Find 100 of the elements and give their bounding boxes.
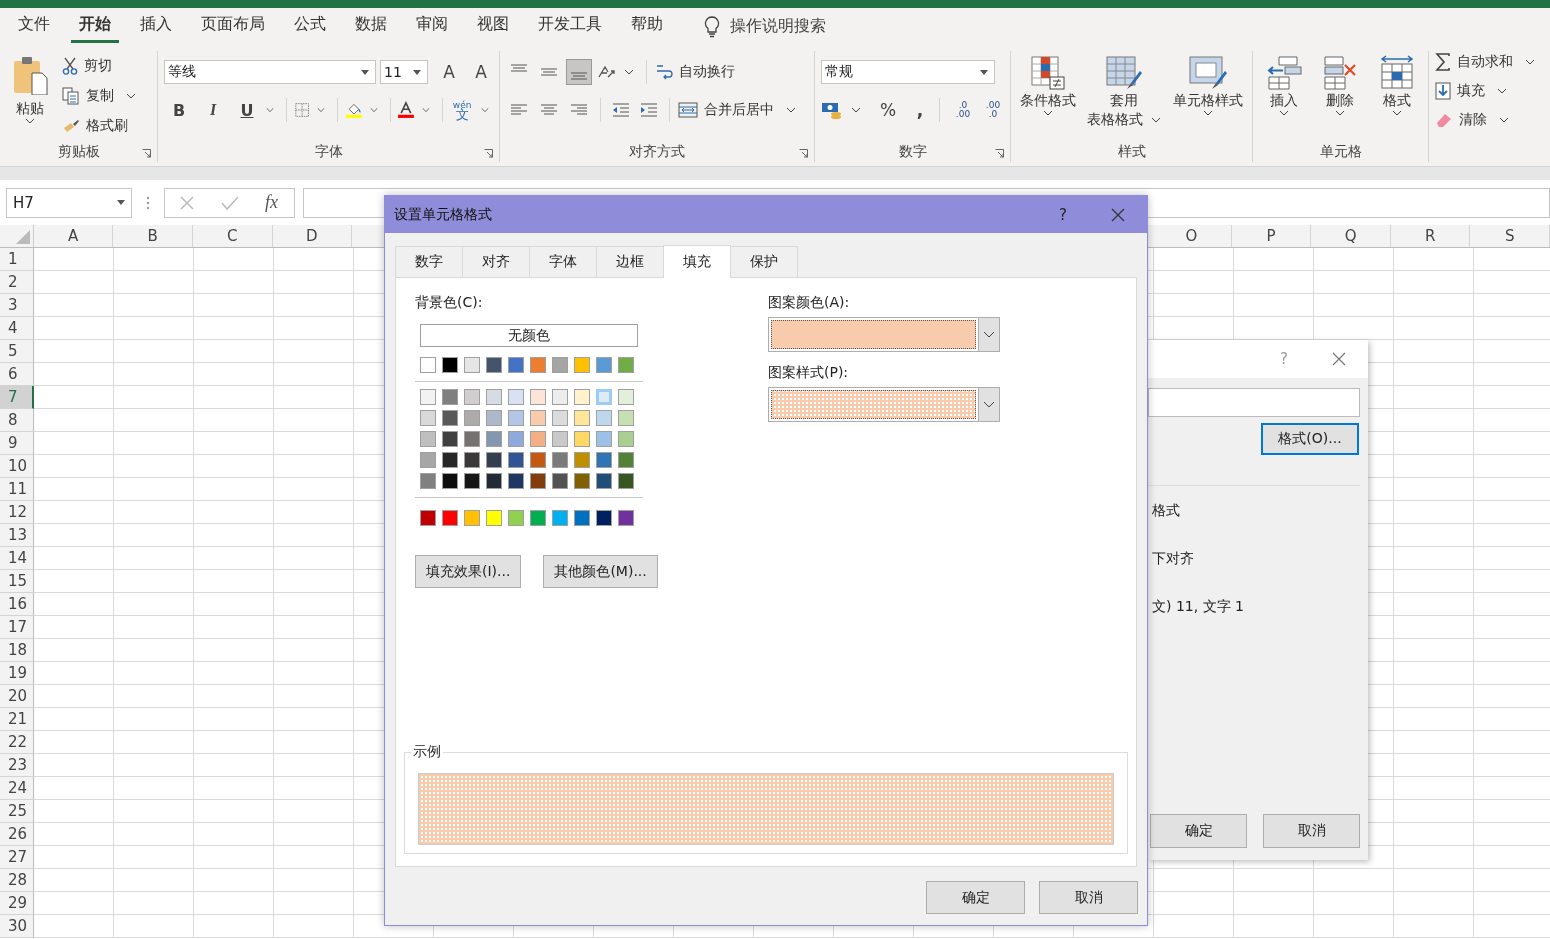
ribbon-tab[interactable]: 页面布局 (193, 10, 273, 43)
row-header[interactable]: 13 (0, 524, 34, 547)
color-swatch[interactable] (530, 389, 546, 405)
no-color-button[interactable]: 无颜色 (420, 324, 638, 347)
percent-button[interactable]: % (877, 98, 899, 122)
row-header[interactable]: 21 (0, 708, 34, 731)
column-header[interactable]: B (113, 225, 193, 247)
cut-button[interactable]: 剪切 (62, 55, 136, 77)
row-header[interactable]: 6 (0, 363, 34, 386)
help-button[interactable]: ? (1059, 205, 1067, 224)
italic-button[interactable]: I (202, 98, 224, 122)
color-swatch[interactable] (464, 410, 480, 426)
color-swatch[interactable] (464, 510, 480, 526)
format-cells-button[interactable]: 格式 (1377, 51, 1416, 142)
ribbon-tab[interactable]: 开发工具 (530, 10, 610, 43)
bold-button[interactable]: B (168, 98, 190, 122)
dropdown-button[interactable] (978, 318, 999, 351)
number-format-field[interactable]: 常规 (821, 60, 995, 84)
color-swatch[interactable] (596, 473, 612, 489)
color-swatch[interactable] (596, 510, 612, 526)
dialog-tab[interactable]: 填充 (663, 245, 731, 278)
column-header[interactable]: C (193, 225, 273, 247)
color-swatch[interactable] (530, 431, 546, 447)
row-header[interactable]: 28 (0, 869, 34, 892)
row-header[interactable]: 3 (0, 294, 34, 317)
row-header[interactable]: 14 (0, 547, 34, 570)
row-header[interactable]: 30 (0, 915, 34, 938)
cancel-button[interactable]: 取消 (1263, 814, 1360, 848)
row-header[interactable]: 9 (0, 432, 34, 455)
row-header[interactable]: 12 (0, 501, 34, 524)
color-swatch[interactable] (508, 510, 524, 526)
color-swatch[interactable] (530, 410, 546, 426)
row-header[interactable]: 22 (0, 731, 34, 754)
ribbon-tab[interactable]: 帮助 (623, 10, 671, 43)
color-swatch[interactable] (596, 357, 612, 373)
color-swatch[interactable] (596, 452, 612, 468)
ribbon-tab[interactable]: 数据 (347, 10, 395, 43)
color-swatch[interactable] (486, 410, 502, 426)
color-swatch[interactable] (552, 357, 568, 373)
color-swatch[interactable] (508, 431, 524, 447)
row-header[interactable]: 11 (0, 478, 34, 501)
underline-button[interactable]: U (236, 98, 258, 122)
column-header[interactable]: Q (1311, 225, 1391, 247)
name-box[interactable]: H7 (6, 187, 132, 218)
row-header[interactable]: 19 (0, 662, 34, 685)
insert-function-button[interactable]: fx (265, 192, 278, 213)
row-header[interactable]: 4 (0, 317, 34, 340)
color-swatch[interactable] (486, 473, 502, 489)
color-swatch[interactable] (618, 410, 634, 426)
color-swatch[interactable] (442, 510, 458, 526)
row-header[interactable]: 5 (0, 340, 34, 363)
row-header[interactable]: 15 (0, 570, 34, 593)
column-header[interactable]: A (33, 225, 114, 247)
color-swatch[interactable] (442, 452, 458, 468)
copy-button[interactable]: 复制 (62, 85, 136, 107)
format-button[interactable]: 格式(O)... (1261, 423, 1359, 455)
row-header[interactable]: 1 (0, 248, 34, 271)
color-swatch[interactable] (442, 410, 458, 426)
dropdown-button[interactable] (978, 388, 999, 421)
more-colors-button[interactable]: 其他颜色(M)... (543, 555, 658, 588)
dialog-launcher-icon[interactable] (142, 149, 151, 158)
row-header[interactable]: 2 (0, 271, 34, 294)
grow-font-button[interactable]: A (438, 60, 460, 84)
column-header[interactable]: S (1470, 225, 1550, 247)
color-swatch[interactable] (618, 452, 634, 468)
ok-button[interactable]: 确定 (926, 881, 1025, 914)
color-swatch[interactable] (552, 431, 568, 447)
color-swatch[interactable] (420, 357, 436, 373)
fill-button[interactable]: 填充 (1435, 80, 1544, 102)
color-swatch[interactable] (574, 410, 590, 426)
color-swatch[interactable] (596, 410, 612, 426)
color-swatch[interactable] (574, 510, 590, 526)
color-swatch[interactable] (464, 389, 480, 405)
ribbon-tab[interactable]: 公式 (286, 10, 334, 43)
row-header[interactable]: 29 (0, 892, 34, 915)
comma-button[interactable]: , (909, 98, 931, 122)
ribbon-tab[interactable]: 插入 (132, 10, 180, 43)
row-header[interactable]: 26 (0, 823, 34, 846)
color-swatch[interactable] (552, 389, 568, 405)
color-swatch[interactable] (530, 510, 546, 526)
row-header[interactable]: 20 (0, 685, 34, 708)
cancel-button[interactable]: 取消 (1039, 881, 1138, 914)
row-header[interactable]: 23 (0, 754, 34, 777)
color-swatch[interactable] (420, 389, 436, 405)
font-size-field[interactable]: 11 (380, 60, 428, 84)
font-name-field[interactable]: 等线 (164, 60, 376, 84)
color-swatch[interactable] (486, 431, 502, 447)
column-header[interactable]: R (1390, 225, 1471, 247)
pattern-style-dropdown[interactable] (768, 387, 1000, 422)
ribbon-tab[interactable]: 审阅 (408, 10, 456, 43)
pattern-color-dropdown[interactable] (768, 317, 1000, 352)
row-header[interactable]: 16 (0, 593, 34, 616)
row-header[interactable]: 17 (0, 616, 34, 639)
format-painter-button[interactable]: 格式刷 (62, 115, 136, 137)
cancel-icon[interactable] (179, 194, 195, 211)
color-swatch[interactable] (552, 410, 568, 426)
color-swatch[interactable] (464, 473, 480, 489)
color-swatch[interactable] (420, 410, 436, 426)
color-swatch[interactable] (464, 452, 480, 468)
caret-icon[interactable] (851, 107, 861, 113)
